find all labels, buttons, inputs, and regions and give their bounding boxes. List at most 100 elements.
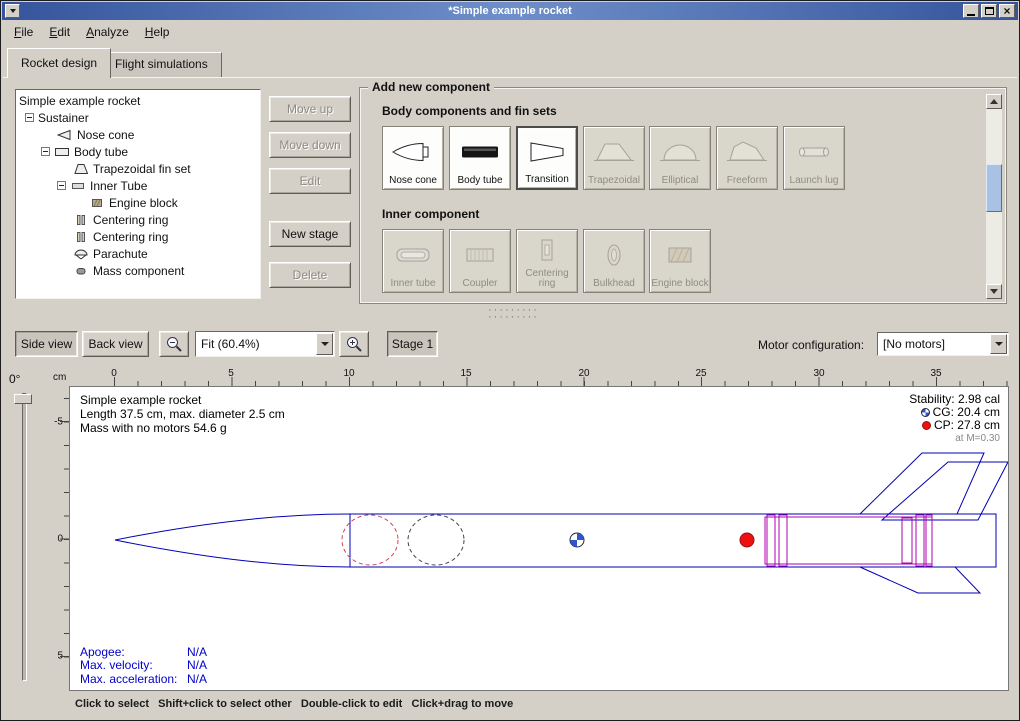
add-engine-block-button[interactable]: Engine block <box>649 229 711 293</box>
tree-item-rocket[interactable]: Simple example rocket <box>16 92 260 109</box>
add-launch-lug-button[interactable]: Launch lug <box>783 126 845 190</box>
stability-info: Stability: 2.98 cal CG: 20.4 cm CP: 27.8… <box>909 393 1000 445</box>
tree-item-centering-ring-2[interactable]: Centering ring <box>16 228 260 245</box>
component-label: Freeform <box>726 176 769 186</box>
tree-item-inner-tube[interactable]: Inner Tube <box>16 177 260 194</box>
tree-item-label: Nose cone <box>77 128 134 142</box>
tree-item-nose-cone[interactable]: Nose cone <box>16 126 260 143</box>
move-up-button[interactable]: Move up <box>269 96 351 122</box>
collapse-handle-icon[interactable] <box>57 181 66 190</box>
tab-flight-simulations[interactable]: Flight simulations <box>101 52 222 77</box>
rocket-canvas[interactable]: Simple example rocket Length 37.5 cm, ma… <box>69 386 1009 691</box>
zoom-out-button[interactable] <box>159 331 189 357</box>
rocket-mass: Mass with no motors 54.6 g <box>80 421 285 435</box>
add-inner-tube-button[interactable]: Inner tube <box>382 229 444 293</box>
launch-lug-icon <box>792 127 836 176</box>
max-velocity-value: N/A <box>187 659 207 673</box>
menu-analyze[interactable]: Analyze <box>78 22 137 42</box>
inner-components-outline[interactable] <box>765 515 932 566</box>
component-label: Inner tube <box>389 279 436 289</box>
component-label: Centering ring <box>517 269 577 289</box>
tree-item-label: Centering ring <box>93 213 168 227</box>
component-scrollbar <box>986 94 1002 299</box>
component-label: Transition <box>524 175 570 185</box>
add-bulkhead-button[interactable]: Bulkhead <box>583 229 645 293</box>
motor-configuration-combobox[interactable]: [No motors] <box>877 332 1009 356</box>
back-view-button[interactable]: Back view <box>82 331 149 357</box>
close-button[interactable]: × <box>999 4 1015 18</box>
delete-button[interactable]: Delete <box>269 262 351 288</box>
max-velocity-label: Max. velocity: <box>80 659 187 673</box>
tree-item-label: Body tube <box>74 145 128 159</box>
cg-value: CG: 20.4 cm <box>933 405 1000 419</box>
inner-tube-icon <box>391 230 435 279</box>
add-trapezoidal-button[interactable]: Trapezoidal <box>583 126 645 190</box>
collapse-handle-icon[interactable] <box>25 113 34 122</box>
tree-item-engine-block[interactable]: Engine block <box>16 194 260 211</box>
edit-button[interactable]: Edit <box>269 168 351 194</box>
move-down-button[interactable]: Move down <box>269 132 351 158</box>
tab-rocket-design[interactable]: Rocket design <box>7 48 111 78</box>
stage-1-toggle[interactable]: Stage 1 <box>387 331 438 357</box>
mass-component-outline[interactable] <box>408 515 464 565</box>
add-freeform-button[interactable]: Freeform <box>716 126 778 190</box>
add-body-tube-button[interactable]: Body tube <box>449 126 511 190</box>
status-bar: Click to select Shift+click to select ot… <box>75 698 513 710</box>
tree-item-sustainer[interactable]: Sustainer <box>16 109 260 126</box>
menu-edit[interactable]: Edit <box>41 22 78 42</box>
minimize-button[interactable] <box>963 4 979 18</box>
collapse-handle-icon[interactable] <box>41 147 50 156</box>
titlebar: *Simple example rocket × <box>2 2 1018 20</box>
fin-set-icon <box>73 163 89 175</box>
scroll-up-button[interactable] <box>986 94 1002 109</box>
scroll-down-button[interactable] <box>986 284 1002 299</box>
new-stage-button[interactable]: New stage <box>269 221 351 247</box>
nose-cone-icon <box>57 129 73 141</box>
menu-help[interactable]: Help <box>137 22 178 42</box>
bulkhead-icon <box>592 230 636 279</box>
component-label: Launch lug <box>789 176 840 186</box>
rotation-slider-handle[interactable] <box>14 394 32 404</box>
ruler-ticks <box>114 377 1009 386</box>
maximize-button[interactable] <box>981 4 997 18</box>
body-group-label: Body components and fin sets <box>382 104 557 118</box>
add-coupler-button[interactable]: Coupler <box>449 229 511 293</box>
engine-block-icon <box>89 197 105 209</box>
scrollbar-track[interactable] <box>986 109 1002 284</box>
rotation-slider-track[interactable] <box>22 393 27 681</box>
side-view-button[interactable]: Side view <box>15 331 78 357</box>
fin-set-outline[interactable] <box>860 453 1008 593</box>
tree-item-parachute[interactable]: Parachute <box>16 245 260 262</box>
chevron-down-icon[interactable] <box>316 333 333 355</box>
add-centering-ring-button[interactable]: Centering ring <box>516 229 578 293</box>
tree-item-centering-ring-1[interactable]: Centering ring <box>16 211 260 228</box>
coupler-icon <box>458 230 502 279</box>
chevron-down-icon[interactable] <box>990 334 1007 354</box>
component-label: Coupler <box>461 279 498 289</box>
tree-item-mass-component[interactable]: Mass component <box>16 262 260 279</box>
arrow-down-icon <box>990 289 998 294</box>
scrollbar-thumb[interactable] <box>986 164 1002 212</box>
mach-note: at M=0.30 <box>909 432 1000 445</box>
add-elliptical-button[interactable]: Elliptical <box>649 126 711 190</box>
add-nose-cone-button[interactable]: Nose cone <box>382 126 444 190</box>
cp-icon <box>922 421 931 430</box>
tree-item-fin-set[interactable]: Trapezoidal fin set <box>16 160 260 177</box>
zoom-in-button[interactable] <box>339 331 369 357</box>
window-title: *Simple example rocket <box>2 5 1018 17</box>
inner-group-label: Inner component <box>382 207 479 221</box>
tab-panel-edge <box>3 77 1017 78</box>
component-tree: Simple example rocket Sustainer Nose con… <box>15 89 261 299</box>
add-transition-button[interactable]: Transition <box>516 126 578 190</box>
horizontal-ruler: 0 5 10 15 20 25 30 35 <box>69 367 1009 386</box>
rocket-body-outline[interactable] <box>115 514 996 567</box>
zoom-combobox[interactable]: Fit (60.4%) <box>195 331 335 357</box>
component-label: Elliptical <box>661 176 700 186</box>
tree-item-body-tube[interactable]: Body tube <box>16 143 260 160</box>
close-icon: × <box>1003 6 1010 16</box>
centering-ring-icon <box>73 231 89 243</box>
rocket-name: Simple example rocket <box>80 393 285 407</box>
menu-file[interactable]: File <box>6 22 41 42</box>
tree-item-label: Parachute <box>93 247 148 261</box>
split-divider-handle[interactable]: ········· <box>488 314 539 321</box>
